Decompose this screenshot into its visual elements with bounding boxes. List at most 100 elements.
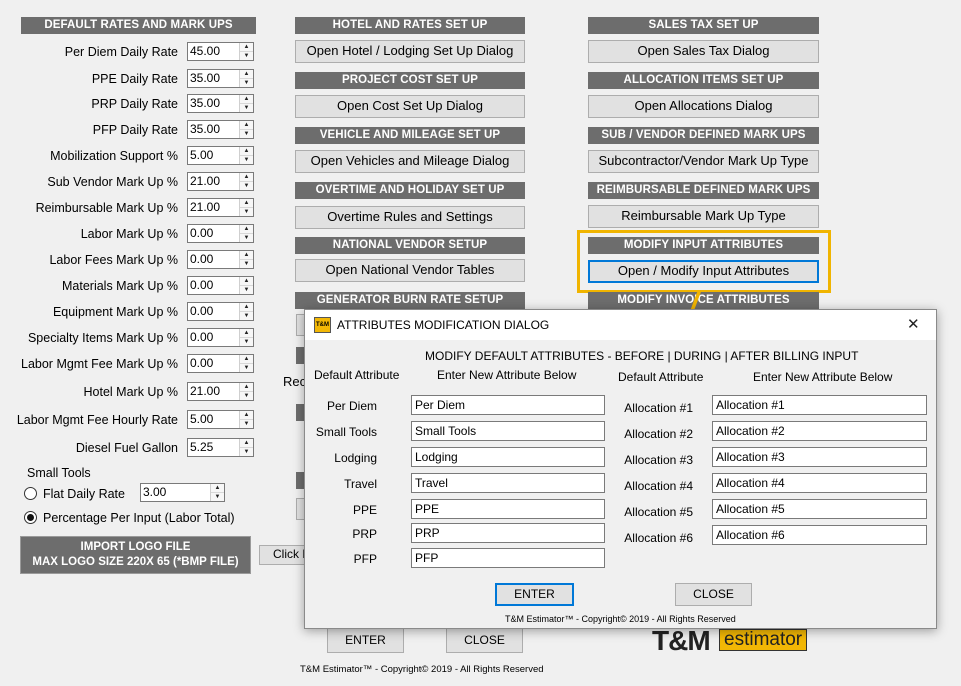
- spin-down-icon[interactable]: ▼: [240, 103, 253, 111]
- rate-spinner[interactable]: ▲ ▼: [239, 147, 253, 164]
- rate-spinner[interactable]: ▲ ▼: [239, 43, 253, 60]
- open-national-vendor-button[interactable]: Open National Vendor Tables: [295, 259, 525, 282]
- rate-input[interactable]: 21.00 ▲ ▼: [187, 198, 254, 217]
- new-attribute-input[interactable]: PPE: [411, 499, 605, 519]
- allocation-input[interactable]: Allocation #6: [712, 525, 927, 545]
- spin-down-icon[interactable]: ▼: [240, 311, 253, 319]
- spin-down-icon[interactable]: ▼: [240, 181, 253, 189]
- rate-input[interactable]: 21.00 ▲ ▼: [187, 172, 254, 191]
- spin-up-icon[interactable]: ▲: [240, 277, 253, 285]
- import-logo-button[interactable]: IMPORT LOGO FILE MAX LOGO SIZE 220X 65 (…: [20, 536, 251, 574]
- allocation-input[interactable]: Allocation #1: [712, 395, 927, 415]
- new-attribute-input[interactable]: PFP: [411, 548, 605, 568]
- spin-down-icon[interactable]: ▼: [240, 129, 253, 137]
- dialog-close-button[interactable]: CLOSE: [675, 583, 752, 606]
- new-attribute-input[interactable]: PRP: [411, 523, 605, 543]
- spin-down-icon[interactable]: ▼: [211, 492, 224, 500]
- spin-up-icon[interactable]: ▲: [240, 95, 253, 103]
- overtime-rules-button[interactable]: Overtime Rules and Settings: [295, 206, 525, 229]
- click-here-button-partial[interactable]: Click H: [259, 545, 307, 565]
- new-attribute-input[interactable]: Small Tools: [411, 421, 605, 441]
- dialog-title-bar[interactable]: T&M ATTRIBUTES MODIFICATION DIALOG ✕: [305, 310, 936, 340]
- spin-down-icon[interactable]: ▼: [240, 447, 253, 455]
- allocation-input[interactable]: Allocation #3: [712, 447, 927, 467]
- main-close-button[interactable]: CLOSE: [446, 628, 523, 653]
- rate-input[interactable]: 5.00 ▲ ▼: [187, 146, 254, 165]
- spin-down-icon[interactable]: ▼: [240, 391, 253, 399]
- rate-spinner[interactable]: ▲ ▼: [239, 439, 253, 456]
- spin-up-icon[interactable]: ▲: [240, 439, 253, 447]
- rate-spinner[interactable]: ▲ ▼: [239, 355, 253, 372]
- flat-daily-rate-radio[interactable]: [24, 487, 37, 500]
- rate-spinner[interactable]: ▲ ▼: [239, 225, 253, 242]
- spin-down-icon[interactable]: ▼: [240, 78, 253, 86]
- allocation-input[interactable]: Allocation #4: [712, 473, 927, 493]
- dialog-enter-button[interactable]: ENTER: [495, 583, 574, 606]
- rate-input[interactable]: 21.00 ▲ ▼: [187, 382, 254, 401]
- spin-up-icon[interactable]: ▲: [240, 251, 253, 259]
- rate-spinner[interactable]: ▲ ▼: [239, 411, 253, 428]
- spin-up-icon[interactable]: ▲: [240, 70, 253, 78]
- open-sales-tax-button[interactable]: Open Sales Tax Dialog: [588, 40, 819, 63]
- spin-up-icon[interactable]: ▲: [240, 43, 253, 51]
- new-attribute-input[interactable]: Lodging: [411, 447, 605, 467]
- spin-down-icon[interactable]: ▼: [240, 419, 253, 427]
- rate-input[interactable]: 5.25 ▲ ▼: [187, 438, 254, 457]
- spin-down-icon[interactable]: ▼: [240, 259, 253, 267]
- rate-input[interactable]: 45.00 ▲ ▼: [187, 42, 254, 61]
- spin-up-icon[interactable]: ▲: [240, 329, 253, 337]
- rate-input[interactable]: 5.00 ▲ ▼: [187, 410, 254, 429]
- open-allocations-button[interactable]: Open Allocations Dialog: [588, 95, 819, 118]
- spin-up-icon[interactable]: ▲: [211, 484, 224, 492]
- rate-spinner[interactable]: ▲ ▼: [239, 277, 253, 294]
- spin-up-icon[interactable]: ▲: [240, 225, 253, 233]
- spin-up-icon[interactable]: ▲: [240, 173, 253, 181]
- rate-input[interactable]: 0.00 ▲ ▼: [187, 250, 254, 269]
- rate-spinner[interactable]: ▲ ▼: [239, 199, 253, 216]
- new-attribute-input[interactable]: Per Diem: [411, 395, 605, 415]
- rate-input[interactable]: 35.00 ▲ ▼: [187, 94, 254, 113]
- rate-spinner[interactable]: ▲ ▼: [239, 303, 253, 320]
- flat-daily-rate-spinner[interactable]: ▲ ▼: [210, 484, 224, 501]
- spin-up-icon[interactable]: ▲: [240, 383, 253, 391]
- spin-down-icon[interactable]: ▼: [240, 363, 253, 371]
- close-icon[interactable]: ✕: [907, 315, 920, 333]
- rate-input[interactable]: 0.00 ▲ ▼: [187, 302, 254, 321]
- spin-down-icon[interactable]: ▼: [240, 233, 253, 241]
- open-hotel-lodging-button[interactable]: Open Hotel / Lodging Set Up Dialog: [295, 40, 525, 63]
- rate-spinner[interactable]: ▲ ▼: [239, 383, 253, 400]
- rate-input[interactable]: 0.00 ▲ ▼: [187, 328, 254, 347]
- spin-up-icon[interactable]: ▲: [240, 121, 253, 129]
- open-cost-setup-button[interactable]: Open Cost Set Up Dialog: [295, 95, 525, 118]
- allocation-input[interactable]: Allocation #5: [712, 499, 927, 519]
- sub-vendor-markup-type-button[interactable]: Subcontractor/Vendor Mark Up Type: [588, 150, 819, 173]
- reimbursable-markup-type-button[interactable]: Reimbursable Mark Up Type: [588, 205, 819, 228]
- open-vehicles-mileage-button[interactable]: Open Vehicles and Mileage Dialog: [295, 150, 525, 173]
- spin-up-icon[interactable]: ▲: [240, 199, 253, 207]
- spin-up-icon[interactable]: ▲: [240, 411, 253, 419]
- spin-up-icon[interactable]: ▲: [240, 303, 253, 311]
- rate-spinner[interactable]: ▲ ▼: [239, 70, 253, 87]
- rate-spinner[interactable]: ▲ ▼: [239, 329, 253, 346]
- rate-spinner[interactable]: ▲ ▼: [239, 251, 253, 268]
- flat-daily-rate-input[interactable]: 3.00 ▲ ▼: [140, 483, 225, 502]
- rate-input[interactable]: 0.00 ▲ ▼: [187, 276, 254, 295]
- spin-down-icon[interactable]: ▼: [240, 155, 253, 163]
- spin-down-icon[interactable]: ▼: [240, 207, 253, 215]
- rate-input[interactable]: 0.00 ▲ ▼: [187, 354, 254, 373]
- allocation-input[interactable]: Allocation #2: [712, 421, 927, 441]
- rate-spinner[interactable]: ▲ ▼: [239, 95, 253, 112]
- spin-up-icon[interactable]: ▲: [240, 355, 253, 363]
- rate-spinner[interactable]: ▲ ▼: [239, 121, 253, 138]
- new-attribute-input[interactable]: Travel: [411, 473, 605, 493]
- rate-spinner[interactable]: ▲ ▼: [239, 173, 253, 190]
- percentage-per-input-radio[interactable]: [24, 511, 37, 524]
- rate-input[interactable]: 35.00 ▲ ▼: [187, 69, 254, 88]
- open-modify-input-attributes-button[interactable]: Open / Modify Input Attributes: [588, 260, 819, 283]
- spin-down-icon[interactable]: ▼: [240, 285, 253, 293]
- spin-down-icon[interactable]: ▼: [240, 51, 253, 59]
- main-enter-button[interactable]: ENTER: [327, 628, 404, 653]
- rate-input[interactable]: 35.00 ▲ ▼: [187, 120, 254, 139]
- rate-input[interactable]: 0.00 ▲ ▼: [187, 224, 254, 243]
- spin-down-icon[interactable]: ▼: [240, 337, 253, 345]
